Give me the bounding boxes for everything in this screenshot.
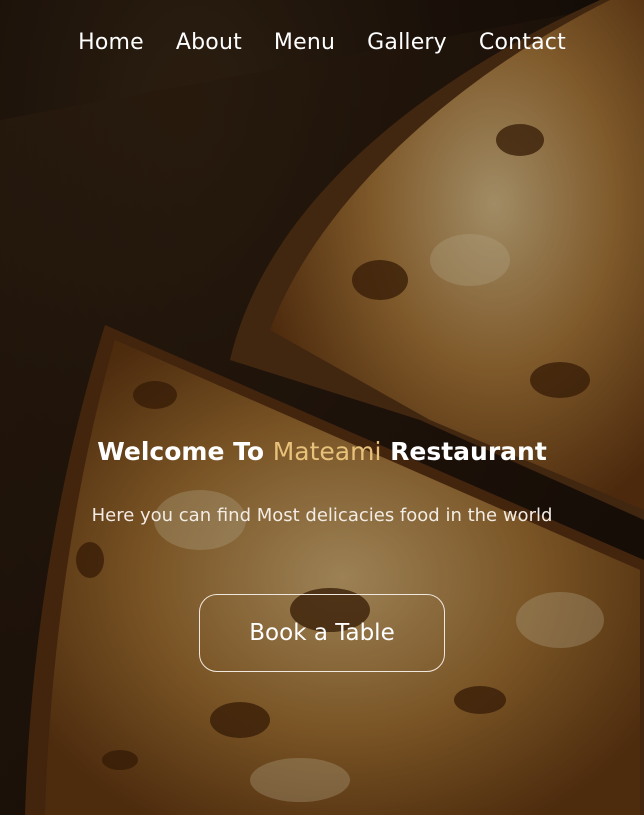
nav-item-gallery[interactable]: Gallery <box>367 30 447 55</box>
nav-item-about[interactable]: About <box>176 30 242 55</box>
nav-item-menu[interactable]: Menu <box>274 30 335 55</box>
hero-title-brand: Mateami <box>272 437 382 466</box>
hero-subtitle: Here you can find Most delicacies food i… <box>91 505 553 526</box>
nav-item-home[interactable]: Home <box>78 30 144 55</box>
dark-overlay <box>0 0 644 815</box>
main-navigation: Home About Menu Gallery Contact <box>0 30 644 55</box>
hero-title-suffix: Restaurant <box>381 437 547 466</box>
nav-item-contact[interactable]: Contact <box>479 30 566 55</box>
hero-section: Home About Menu Gallery Contact Welcome … <box>0 0 644 815</box>
hero-title: Welcome To Mateami Restaurant <box>0 437 644 466</box>
hero-title-prefix: Welcome To <box>97 437 273 466</box>
book-table-button[interactable]: Book a Table <box>199 594 445 672</box>
